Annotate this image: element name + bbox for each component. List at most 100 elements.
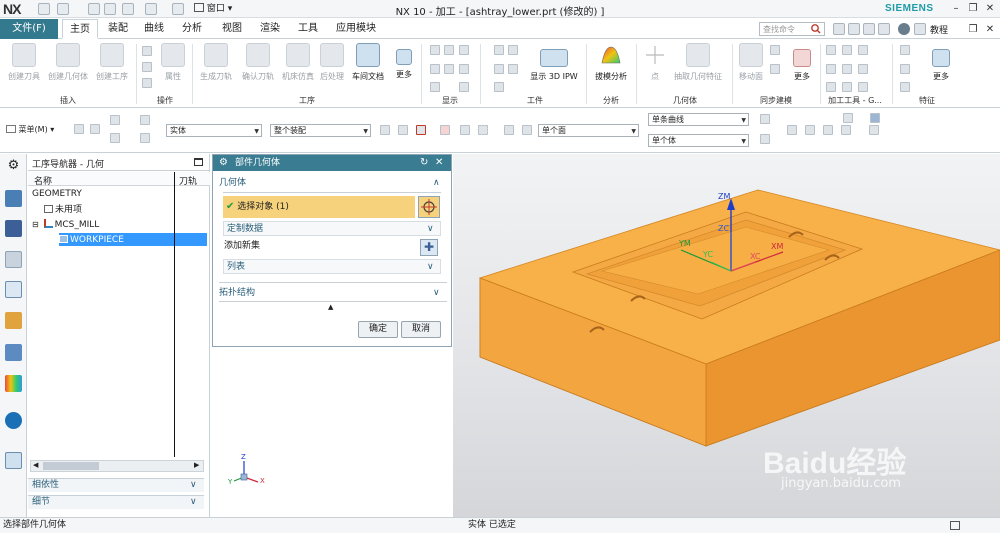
- gear-icon[interactable]: [914, 23, 926, 35]
- machining-tool-7-icon[interactable]: [826, 82, 836, 92]
- tab-analysis[interactable]: 分析: [176, 19, 208, 39]
- verify-toolpath-button[interactable]: 确认刀轨: [238, 43, 278, 91]
- sync-replace-icon[interactable]: [770, 64, 780, 74]
- feature-2-icon[interactable]: [900, 64, 910, 74]
- workpiece-blank-icon[interactable]: [494, 64, 504, 74]
- display-mode-icon[interactable]: [444, 45, 454, 55]
- list-row[interactable]: 列表 ∨: [223, 259, 441, 274]
- snap-2-icon[interactable]: [760, 134, 770, 144]
- tab-render[interactable]: 渲染: [254, 19, 286, 39]
- machining-tool-9-icon[interactable]: [858, 82, 868, 92]
- delete-op-icon[interactable]: [142, 78, 152, 88]
- reuse-library-icon[interactable]: [5, 344, 22, 361]
- resource-bar-icon[interactable]: [848, 23, 860, 35]
- fullscreen-icon[interactable]: [863, 23, 875, 35]
- tab-tools[interactable]: 工具: [292, 19, 324, 39]
- menu-button[interactable]: 菜单(M) ▾: [6, 124, 54, 135]
- tab-curve[interactable]: 曲线: [138, 19, 170, 39]
- scroll-thumb[interactable]: [43, 462, 99, 470]
- tab-view[interactable]: 视图: [216, 19, 248, 39]
- select-object-button[interactable]: [418, 196, 440, 218]
- workpiece-check-icon[interactable]: [508, 64, 518, 74]
- dependencies-section[interactable]: 相依性 ∨: [28, 478, 204, 492]
- filter-tool-4-icon[interactable]: [440, 125, 450, 135]
- cut-icon[interactable]: [142, 46, 152, 56]
- selection-tool-1-icon[interactable]: [74, 124, 84, 134]
- tree-row-mcs-mill[interactable]: ⊟ MCS_MILL: [28, 218, 210, 232]
- close-button[interactable]: ✕: [984, 3, 996, 14]
- dialog-title-bar[interactable]: ⚙ 部件几何体 ↻ ✕: [213, 155, 451, 171]
- curve-rule-select[interactable]: 单条曲线: [648, 113, 749, 126]
- selection-tool-4-icon[interactable]: [110, 133, 120, 143]
- display-curve-icon[interactable]: [459, 64, 469, 74]
- operation-navigator-icon[interactable]: [5, 281, 22, 298]
- ok-button[interactable]: 确定: [358, 321, 398, 338]
- machining-tool-2-icon[interactable]: [842, 45, 852, 55]
- view-rotate-icon[interactable]: [823, 125, 833, 135]
- view-pan-icon[interactable]: [841, 125, 851, 135]
- display-ipw-icon[interactable]: [430, 82, 440, 92]
- process-studio-icon[interactable]: [5, 452, 22, 469]
- selection-tool-5-icon[interactable]: [140, 115, 150, 125]
- maximize-panel-icon[interactable]: [194, 158, 203, 166]
- layout-icon[interactable]: [878, 23, 890, 35]
- tab-assembly[interactable]: 装配: [102, 19, 134, 39]
- more-feature-button[interactable]: 更多: [926, 43, 956, 91]
- machining-tool-3-icon[interactable]: [858, 45, 868, 55]
- tab-applications[interactable]: 应用模块: [332, 19, 380, 39]
- filter-tool-5-icon[interactable]: [460, 125, 470, 135]
- geometry-section-header[interactable]: 几何体 ∧: [219, 176, 447, 190]
- display-geometry-icon[interactable]: [459, 82, 469, 92]
- filter-tool-3-icon[interactable]: [416, 125, 426, 135]
- machining-tool-1-icon[interactable]: [826, 45, 836, 55]
- gear-icon[interactable]: ⚙: [219, 155, 228, 171]
- roles-icon[interactable]: [833, 23, 845, 35]
- workpiece-flag-icon[interactable]: [508, 45, 518, 55]
- feature-1-icon[interactable]: [900, 45, 910, 55]
- display-step-icon[interactable]: [444, 64, 454, 74]
- reset-icon[interactable]: ↻: [420, 155, 428, 171]
- display-tool-icon[interactable]: [430, 64, 440, 74]
- assembly-navigator-icon[interactable]: [5, 220, 22, 237]
- extract-geometry-button[interactable]: 抽取几何特征: [670, 43, 726, 91]
- machining-tool-5-icon[interactable]: [842, 64, 852, 74]
- close-icon[interactable]: ✕: [435, 155, 443, 171]
- tutorial-label[interactable]: 教程: [930, 23, 948, 36]
- machine-simulation-button[interactable]: 机床仿真: [280, 43, 316, 91]
- feature-3-icon[interactable]: [900, 82, 910, 92]
- render-style-icon[interactable]: [870, 113, 880, 123]
- restore-doc-button[interactable]: ❐: [967, 24, 979, 35]
- display-toolpath-icon[interactable]: [430, 45, 440, 55]
- more-operations-button[interactable]: 更多: [391, 43, 417, 91]
- tab-home[interactable]: 主页: [62, 19, 98, 39]
- properties-button[interactable]: 属性: [156, 43, 190, 91]
- workpiece-select-icon[interactable]: [494, 45, 504, 55]
- filter-tool-1-icon[interactable]: [380, 125, 390, 135]
- view-orient-icon[interactable]: [869, 125, 879, 135]
- custom-data-row[interactable]: 定制数据 ∨: [223, 221, 441, 236]
- topology-section-header[interactable]: 拓扑结构 ∨: [219, 286, 447, 300]
- scroll-right-icon[interactable]: ▶: [194, 461, 199, 469]
- face-rule-select[interactable]: 单个面: [538, 124, 639, 137]
- generate-toolpath-button[interactable]: 生成刀轨: [196, 43, 236, 91]
- col-toolpath[interactable]: 刀轨: [179, 174, 197, 187]
- face-select-icon[interactable]: [522, 125, 532, 135]
- collapse-icon[interactable]: ⊟: [32, 220, 39, 229]
- move-face-button[interactable]: 移动面: [736, 43, 766, 91]
- point-button[interactable]: 点: [642, 43, 668, 91]
- selection-tool-2-icon[interactable]: [90, 124, 100, 134]
- draft-analysis-button[interactable]: 拔模分析: [590, 43, 632, 91]
- view-triad[interactable]: Z Y X: [228, 453, 270, 491]
- solid-select-icon[interactable]: [504, 125, 514, 135]
- create-tool-button[interactable]: 创建刀具: [4, 43, 44, 91]
- ashtray-part[interactable]: [478, 189, 1000, 447]
- tree-row-workpiece[interactable]: WORKPIECE: [28, 233, 210, 247]
- shop-documentation-button[interactable]: 车间文档: [348, 43, 388, 91]
- history-icon[interactable]: [5, 375, 22, 392]
- copy-op-icon[interactable]: [142, 62, 152, 72]
- machining-tool-8-icon[interactable]: [842, 82, 852, 92]
- machining-tool-6-icon[interactable]: [858, 64, 868, 74]
- sync-delete-icon[interactable]: [770, 45, 780, 55]
- create-geometry-button[interactable]: 创建几何体: [46, 43, 90, 91]
- horizontal-scrollbar[interactable]: ◀ ▶: [30, 460, 204, 472]
